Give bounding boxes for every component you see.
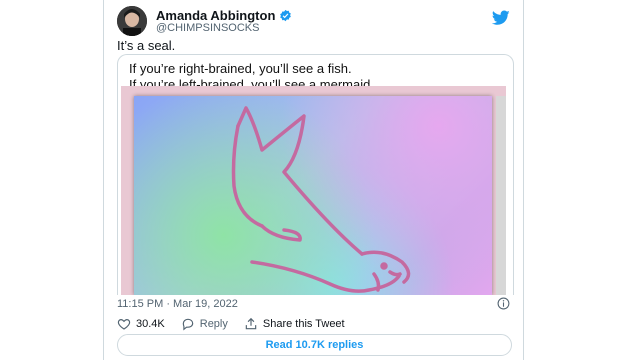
tweet-actions: 30.4K Reply Share this Tweet — [117, 317, 361, 331]
tweet-card: Amanda Abbington @CHIMPSINSOCKS It’s a s… — [103, 0, 524, 360]
twitter-bird-icon[interactable] — [492, 10, 510, 26]
tweet-media[interactable]: If you’re right-brained, you’ll see a fi… — [117, 54, 514, 295]
share-icon — [245, 317, 257, 330]
author-handle[interactable]: @CHIMPSINSOCKS — [156, 22, 259, 34]
verified-badge-icon — [280, 9, 292, 22]
author-name[interactable]: Amanda Abbington — [156, 8, 275, 23]
caption-line-1: If you’re right-brained, you’ll see a fi… — [129, 61, 352, 76]
info-icon[interactable] — [497, 297, 510, 310]
heart-icon — [117, 319, 131, 330]
tweet-timestamp[interactable]: 11:15 PM · Mar 19, 2022 — [117, 298, 238, 310]
author-name-row[interactable]: Amanda Abbington — [156, 8, 292, 23]
seal-line-drawing — [134, 96, 492, 295]
reply-label: Reply — [199, 318, 228, 330]
author-avatar[interactable] — [117, 6, 147, 36]
reply-icon — [182, 318, 194, 331]
meme-side-strip — [496, 96, 506, 295]
share-label: Share this Tweet — [262, 318, 345, 330]
share-action[interactable]: Share this Tweet — [244, 317, 345, 331]
read-replies-button[interactable]: Read 10.7K replies — [117, 334, 512, 356]
reply-action[interactable]: Reply — [181, 317, 228, 331]
tweet-text: It’s a seal. — [117, 38, 176, 53]
meme-frame — [121, 86, 506, 295]
like-action[interactable]: 30.4K — [117, 317, 165, 331]
like-count: 30.4K — [136, 318, 165, 330]
seal-outline-graphic — [231, 106, 411, 293]
